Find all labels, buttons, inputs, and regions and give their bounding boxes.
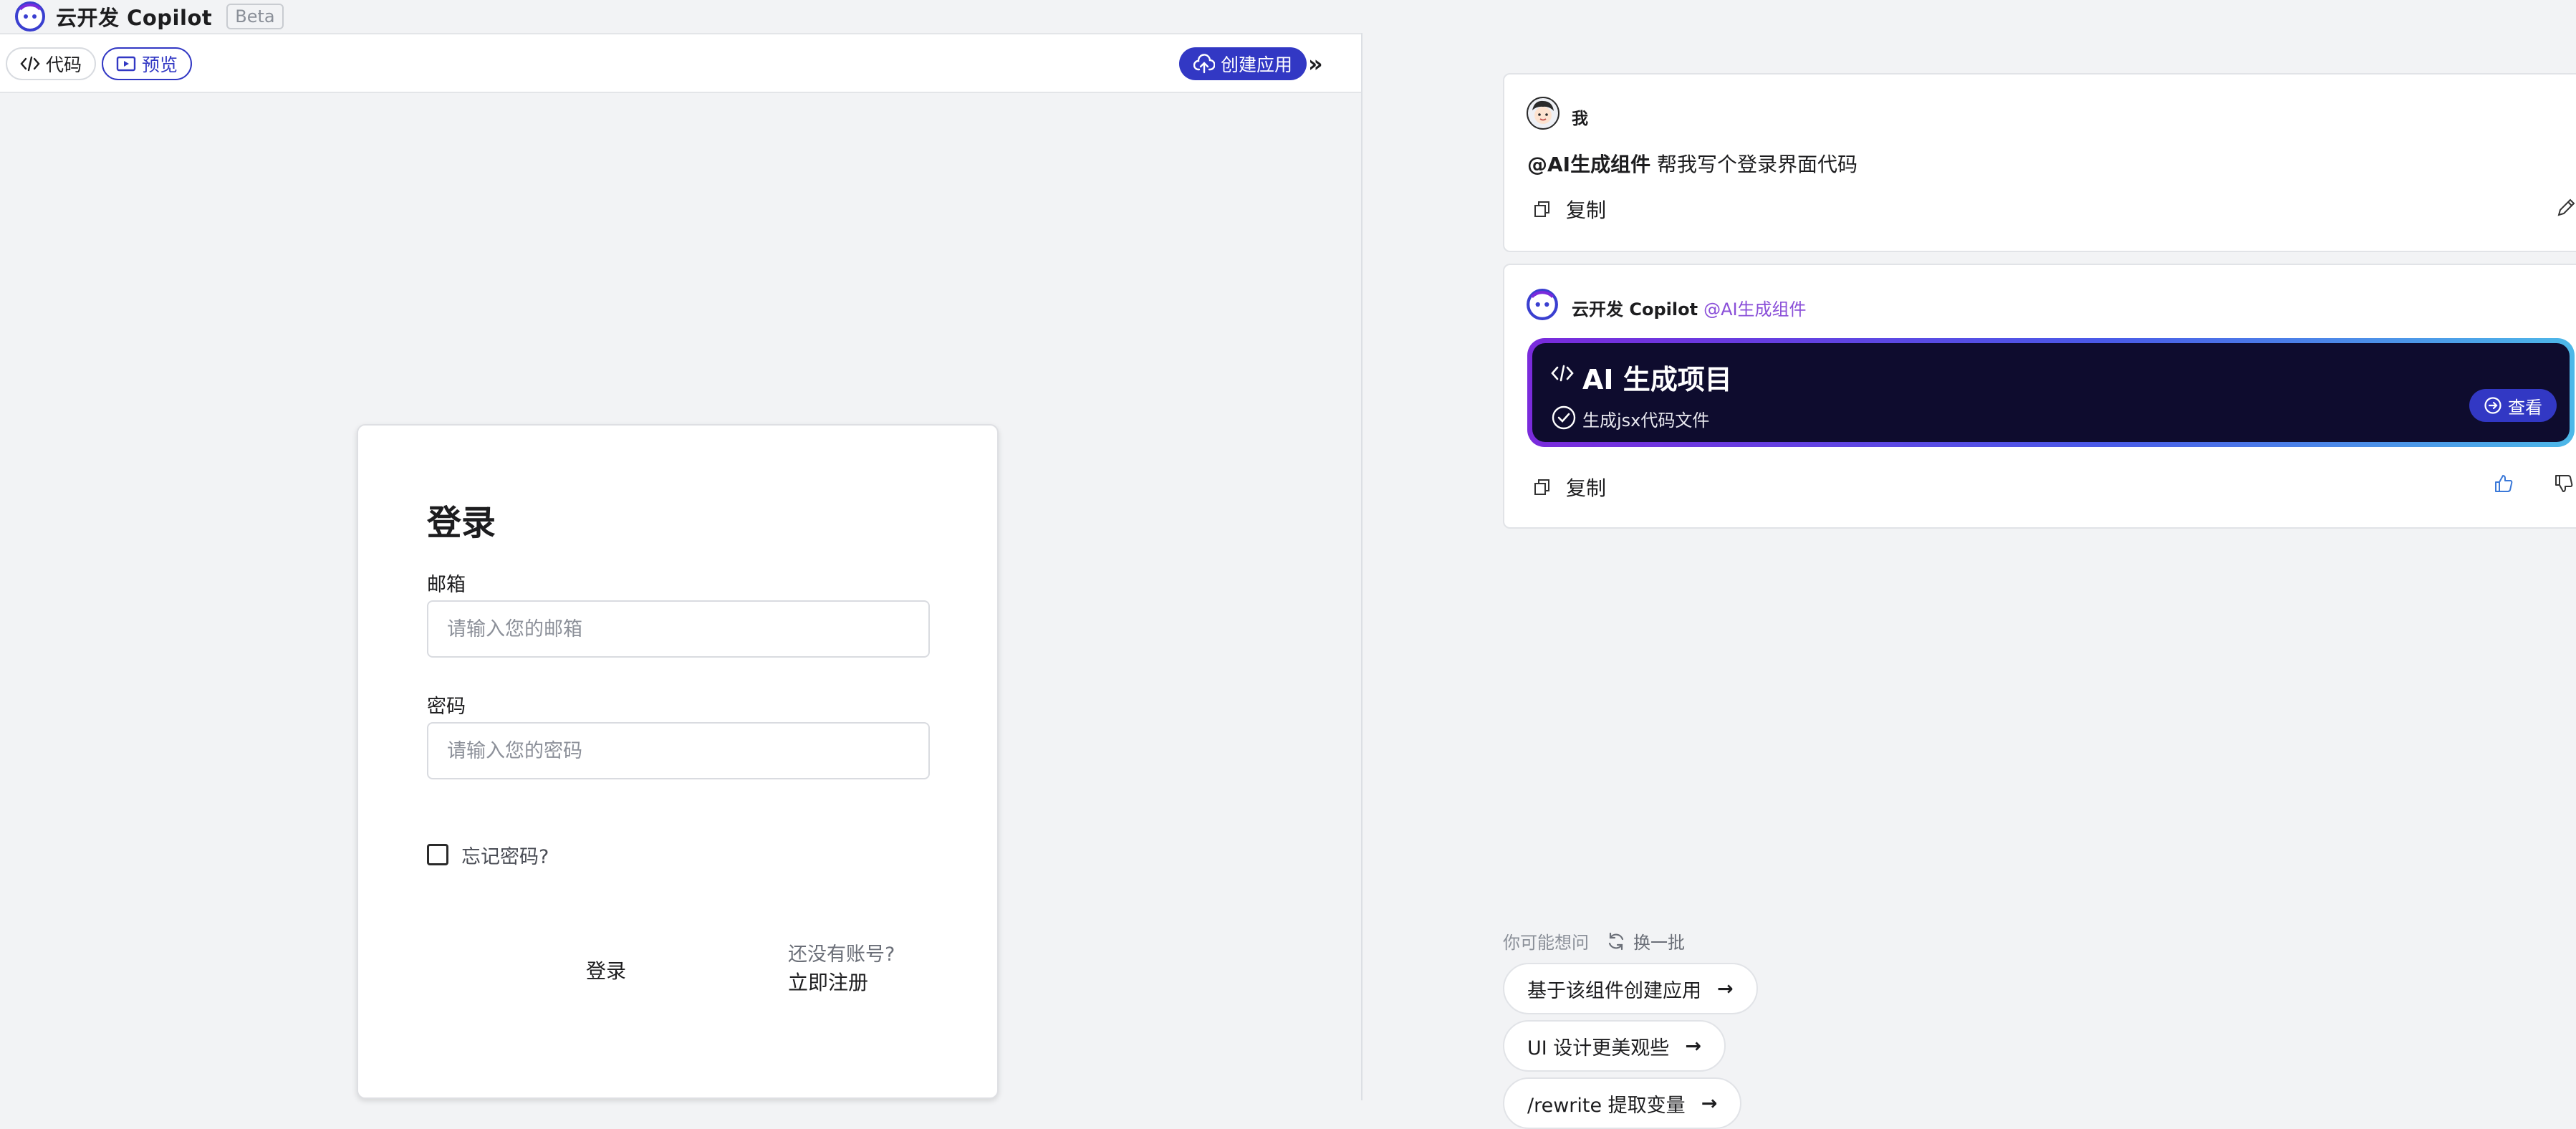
login-title: 登录 (427, 503, 496, 543)
bot-message-card: 云开发 Copilot @AI生成组件 AI 生成项目 生成jsx代码文件 查看 … (1503, 264, 2576, 529)
user-copy-label: 复制 (1566, 198, 1607, 222)
password-input[interactable] (427, 722, 930, 779)
bot-copy-label: 复制 (1566, 476, 1607, 500)
remember-label: 忘记密码? (461, 846, 549, 868)
suggestion-label: UI 设计更美观些 (1527, 1037, 1670, 1060)
suggestion-chip[interactable]: UI 设计更美观些 → (1503, 1020, 1726, 1072)
code-tab-button[interactable]: 代码 (6, 47, 97, 80)
edit-icon[interactable] (2555, 196, 2576, 219)
password-label: 密码 (427, 696, 466, 718)
top-bar: 云开发 Copilot Beta (0, 0, 1363, 33)
arrow-circle-icon (2484, 397, 2501, 414)
arrow-right-icon: → (1701, 1092, 1718, 1115)
copy-icon (1534, 201, 1549, 217)
mention-tag: @AI生成组件 (1527, 153, 1651, 176)
thumbs-up-icon[interactable] (2493, 473, 2514, 494)
ai-project-banner: AI 生成项目 生成jsx代码文件 查看 (1527, 338, 2575, 447)
user-message-card: 我 @AI生成组件 帮我写个登录界面代码 复制 (1503, 73, 2576, 252)
suggestion-chip[interactable]: 基于该组件创建应用 → (1503, 963, 1758, 1014)
bot-name: 云开发 Copilot @AI生成组件 (1572, 295, 1807, 320)
suggestion-label: /rewrite 提取变量 (1527, 1094, 1686, 1117)
preview-pane: 代码 预览 创建应用 » 登录 邮箱 密码 忘记密码? 登录 还没有账号? 立即… (0, 33, 1363, 1100)
no-account-text: 还没有账号? (788, 943, 895, 966)
bot-copy-button[interactable]: 复制 (1533, 473, 1606, 501)
view-project-button[interactable]: 查看 (2469, 389, 2557, 422)
email-label: 邮箱 (427, 574, 466, 596)
code-icon (1551, 365, 1574, 382)
login-card: 登录 邮箱 密码 忘记密码? 登录 还没有账号? 立即注册 (357, 424, 999, 1099)
create-app-label: 创建应用 (1221, 54, 1293, 75)
suggestions-heading: 你可能想问 (1503, 933, 1589, 953)
thumbs-down-icon[interactable] (2553, 473, 2575, 494)
arrow-right-icon: → (1717, 977, 1734, 1000)
suggestions-header: 你可能想问 换一批 (1503, 928, 1685, 953)
view-project-label: 查看 (2508, 397, 2542, 418)
user-copy-button[interactable]: 复制 (1533, 195, 1606, 224)
user-message-text: 帮我写个登录界面代码 (1650, 153, 1857, 176)
remember-checkbox[interactable] (427, 844, 448, 865)
refresh-icon (1608, 932, 1624, 950)
copilot-logo-icon (15, 1, 45, 32)
create-app-button[interactable]: 创建应用 (1179, 47, 1307, 80)
register-link[interactable]: 立即注册 (788, 967, 868, 996)
beta-badge: Beta (226, 4, 284, 29)
cloud-upload-icon (1193, 54, 1215, 74)
suggestion-label: 基于该组件创建应用 (1527, 979, 1701, 1002)
preview-icon (116, 56, 136, 72)
arrow-right-icon: → (1685, 1034, 1701, 1057)
copilot-avatar-icon (1527, 289, 1558, 320)
ai-project-panel: AI 生成项目 生成jsx代码文件 查看 (1532, 343, 2570, 442)
user-message: @AI生成组件 帮我写个登录界面代码 (1527, 149, 1857, 178)
ai-project-status: 生成jsx代码文件 (1582, 410, 1710, 431)
bot-name-text: 云开发 Copilot (1572, 299, 1698, 320)
copy-icon (1534, 479, 1549, 495)
preview-tab-label: 预览 (142, 54, 178, 75)
refresh-label: 换一批 (1633, 933, 1685, 953)
app-title: 云开发 Copilot (56, 6, 213, 30)
refresh-suggestions-button[interactable]: 换一批 (1606, 928, 1685, 953)
check-circle-icon (1552, 405, 1576, 430)
preview-tab-button[interactable]: 预览 (102, 47, 193, 80)
suggestion-chip[interactable]: /rewrite 提取变量 → (1503, 1077, 1742, 1129)
code-tab-label: 代码 (46, 54, 82, 75)
ai-project-title: AI 生成项目 (1582, 364, 1732, 395)
bot-tag: @AI生成组件 (1703, 299, 1807, 320)
code-icon (20, 56, 40, 72)
user-avatar-icon (1527, 97, 1559, 130)
user-name: 我 (1572, 110, 1588, 128)
editor-toolbar: 代码 预览 创建应用 » (0, 33, 1361, 93)
collapse-panel-button[interactable]: » (1308, 46, 1323, 82)
email-input[interactable] (427, 600, 930, 658)
login-submit-button[interactable]: 登录 (586, 956, 626, 984)
